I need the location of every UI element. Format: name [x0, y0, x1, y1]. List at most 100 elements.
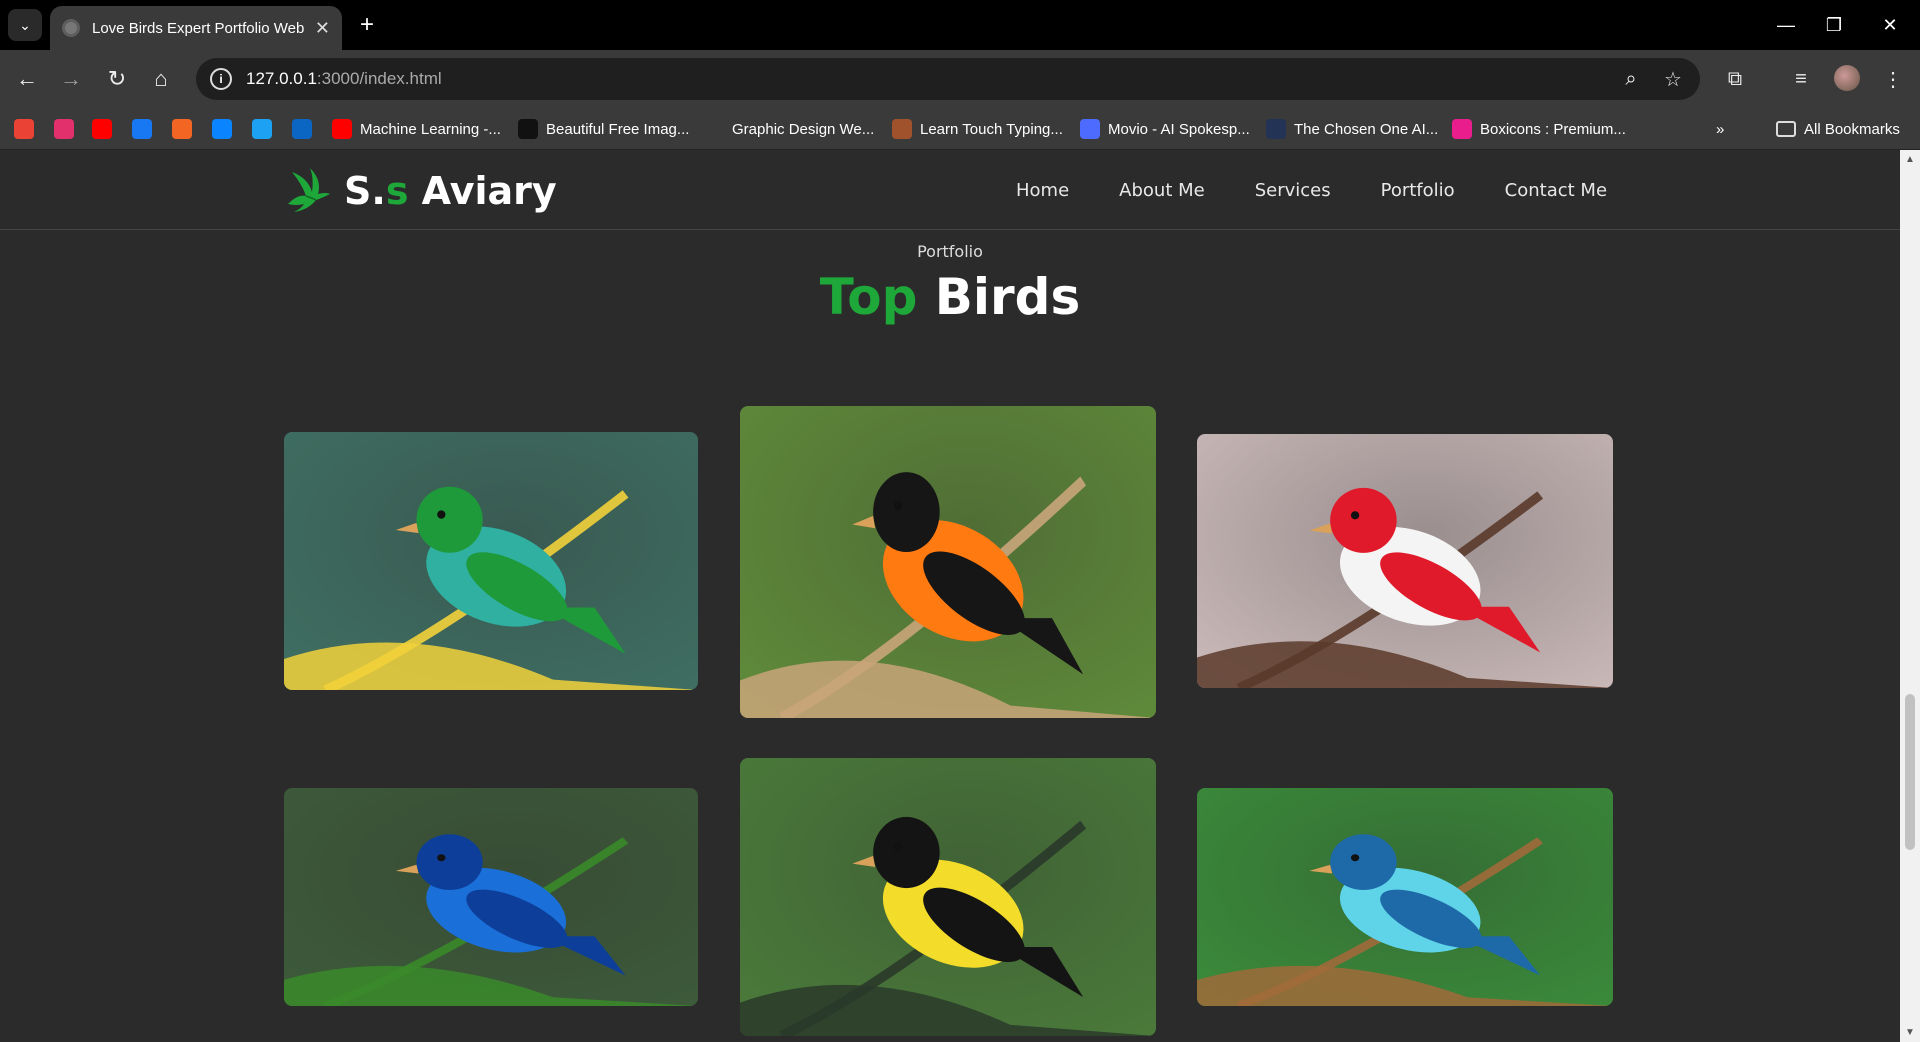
- extensions-icon[interactable]: ⧉: [1718, 62, 1752, 96]
- scrollbar[interactable]: ▲ ▼: [1900, 150, 1920, 1042]
- bookmarks-bar: » All Bookmarks Machine Learning -... Bea…: [0, 108, 1920, 150]
- gmail-icon: [14, 119, 34, 139]
- all-bookmarks-button[interactable]: All Bookmarks: [1776, 116, 1900, 142]
- logo-prefix: S.: [344, 169, 386, 213]
- bird-image: [284, 788, 698, 1006]
- site-logo[interactable]: S.s Aviary: [284, 164, 557, 218]
- bookmark-item[interactable]: Learn Touch Typing...: [892, 116, 1063, 142]
- typing-icon: [892, 119, 912, 139]
- bird-photo-card[interactable]: [284, 788, 698, 1006]
- bird-image: [740, 758, 1156, 1036]
- tab-search-button[interactable]: ⌄: [8, 9, 42, 41]
- bird-logo-icon: [288, 168, 330, 212]
- nav-link-contact-me[interactable]: Contact Me: [1505, 180, 1607, 201]
- back-button[interactable]: ←: [10, 62, 44, 96]
- youtube-icon: [92, 119, 112, 139]
- cloud-icon: [212, 119, 232, 139]
- bird-photo-card[interactable]: [740, 758, 1156, 1036]
- forward-button[interactable]: →: [54, 62, 88, 96]
- chevron-down-icon: ⌄: [19, 16, 31, 33]
- bookmark-item[interactable]: Graphic Design We...: [704, 116, 874, 142]
- nav-link-home[interactable]: Home: [1016, 180, 1069, 201]
- media-control-icon[interactable]: ≡: [1784, 62, 1818, 96]
- bird-photo-card[interactable]: [1197, 788, 1613, 1006]
- main-nav: Home About Me Services Portfolio Contact Me: [1016, 180, 1657, 201]
- active-tab[interactable]: Love Birds Expert Portfolio Web ✕: [50, 6, 342, 50]
- restore-button[interactable]: ❐: [1806, 8, 1862, 42]
- logo-accent: s: [385, 169, 409, 213]
- scroll-up-arrow[interactable]: ▲: [1904, 154, 1916, 165]
- profile-avatar[interactable]: [1834, 65, 1860, 91]
- bookmark-label: Boxicons : Premium...: [1480, 120, 1626, 138]
- section-eyebrow: Portfolio: [917, 242, 983, 261]
- home-button[interactable]: ⌂: [144, 62, 178, 96]
- bookmark-label: The Chosen One AI...: [1294, 120, 1439, 138]
- tab-title: Love Birds Expert Portfolio Web: [92, 19, 305, 37]
- bird-icon: [252, 119, 272, 139]
- nav-link-about-me[interactable]: About Me: [1119, 180, 1205, 201]
- bookmark-label: Learn Touch Typing...: [920, 120, 1063, 138]
- logo-text: S.s Aviary: [344, 169, 557, 213]
- site-header: S.s Aviary Home About Me Services Portfolio…: [0, 150, 1900, 230]
- reload-icon: ↻: [107, 66, 127, 91]
- url-host: 127.0.0.1: [246, 69, 317, 88]
- bird-photo-card[interactable]: [1197, 434, 1613, 688]
- close-icon[interactable]: ✕: [315, 18, 330, 39]
- bird-image: [284, 432, 698, 690]
- bookmark-label: Beautiful Free Imag...: [546, 120, 690, 138]
- scroll-thumb[interactable]: [1905, 694, 1915, 850]
- bookmark-item[interactable]: [292, 116, 312, 142]
- site-info-icon[interactable]: i: [210, 68, 232, 90]
- star-icon[interactable]: ☆: [1656, 62, 1690, 96]
- zoom-icon[interactable]: ⌕: [1614, 62, 1648, 96]
- nav-link-services[interactable]: Services: [1255, 180, 1331, 201]
- kebab-menu-icon[interactable]: ⋮: [1876, 62, 1910, 96]
- bookmark-item[interactable]: [92, 116, 112, 142]
- youtube-icon: [332, 119, 352, 139]
- bookmark-item[interactable]: [172, 116, 192, 142]
- bookmark-item[interactable]: Machine Learning -...: [332, 116, 501, 142]
- movio-icon: [1080, 119, 1100, 139]
- browser-tab-bar: ⌄ Love Birds Expert Portfolio Web ✕ + — …: [0, 0, 1920, 50]
- plus-icon: +: [359, 11, 374, 38]
- blank-icon: [704, 119, 724, 139]
- bookmark-item[interactable]: Boxicons : Premium...: [1452, 116, 1626, 142]
- bookmark-item[interactable]: Movio - AI Spokesp...: [1080, 116, 1250, 142]
- address-bar[interactable]: i 127.0.0.1:3000/index.html: [196, 58, 1700, 100]
- scroll-down-arrow[interactable]: ▼: [1904, 1027, 1916, 1038]
- bookmark-item[interactable]: [132, 116, 152, 142]
- bookmark-item[interactable]: [212, 116, 232, 142]
- bird-photo-card[interactable]: [284, 432, 698, 690]
- bookmark-item[interactable]: The Chosen One AI...: [1266, 116, 1438, 142]
- bookmark-item[interactable]: [54, 116, 74, 142]
- nav-link-portfolio[interactable]: Portfolio: [1381, 180, 1455, 201]
- all-bookmarks-label: All Bookmarks: [1804, 120, 1900, 138]
- bookmark-item[interactable]: Beautiful Free Imag...: [518, 116, 689, 142]
- heading-rest: Birds: [917, 268, 1081, 326]
- more-bookmarks-button[interactable]: »: [1716, 116, 1724, 142]
- linkedin-icon: [292, 119, 312, 139]
- instagram-icon: [54, 119, 74, 139]
- app-icon: [172, 119, 192, 139]
- unsplash-icon: [518, 119, 538, 139]
- new-tab-button[interactable]: +: [352, 10, 382, 40]
- bookmark-label: Machine Learning -...: [360, 120, 501, 138]
- bird-image: [1197, 434, 1613, 688]
- arrow-left-icon: ←: [16, 66, 38, 91]
- bookmark-item[interactable]: [14, 116, 34, 142]
- bookmark-item[interactable]: [252, 116, 272, 142]
- folder-icon: [1776, 121, 1796, 137]
- close-window-button[interactable]: ✕: [1862, 8, 1918, 42]
- heading-accent: Top: [819, 268, 918, 326]
- facebook-icon: [132, 119, 152, 139]
- logo-suffix: Aviary: [408, 169, 557, 213]
- bird-photo-card[interactable]: [740, 406, 1156, 718]
- browser-toolbar: ← → ↻ ⌂ i 127.0.0.1:3000/index.html ⌕ ☆ …: [0, 50, 1920, 108]
- bookmark-label: Movio - AI Spokesp...: [1108, 120, 1250, 138]
- url-path: :3000/index.html: [316, 69, 442, 88]
- bookmark-label: Graphic Design We...: [732, 120, 875, 138]
- chosen-icon: [1266, 119, 1286, 139]
- bird-image: [740, 406, 1156, 718]
- boxicons-icon: [1452, 119, 1472, 139]
- reload-button[interactable]: ↻: [100, 62, 134, 96]
